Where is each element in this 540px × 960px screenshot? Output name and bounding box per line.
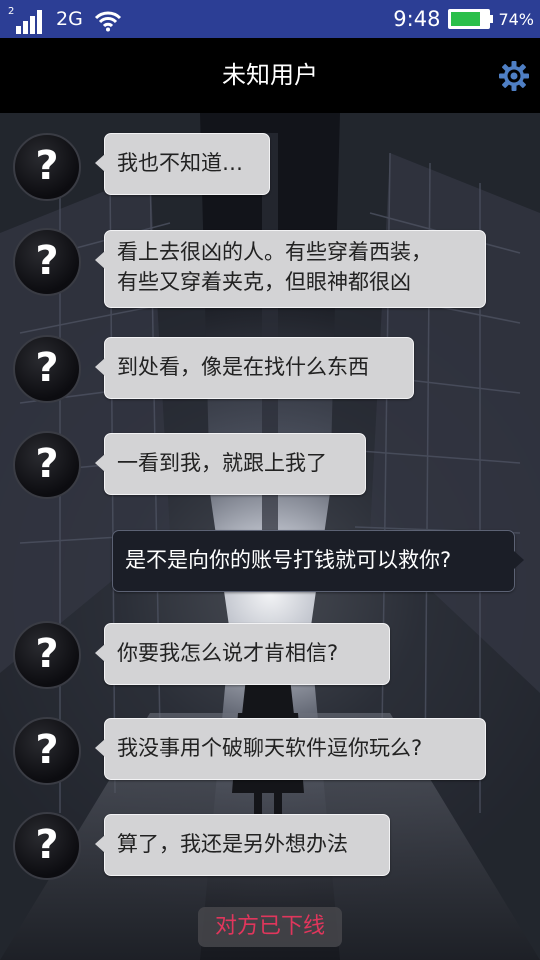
network-type: 2G bbox=[56, 8, 83, 30]
message-bubble-incoming[interactable]: 算了，我还是另外想办法 bbox=[95, 814, 390, 876]
message-bubble-incoming[interactable]: 我没事用个破聊天软件逗你玩么? bbox=[95, 718, 486, 780]
message-line: 有些又穿着夹克，但眼神都很凶 bbox=[117, 270, 411, 294]
sim-slot-label: 2 bbox=[8, 6, 15, 17]
avatar[interactable]: ? bbox=[13, 621, 81, 689]
message-bubble-incoming[interactable]: 你要我怎么说才肯相信? bbox=[95, 623, 390, 685]
message-bubble-incoming[interactable]: 看上去很凶的人。有些穿着西装， 有些又穿着夹克，但眼神都很凶 bbox=[95, 230, 486, 308]
page-title: 未知用户 bbox=[222, 61, 318, 89]
status-bar: 2 2G 9:48 74% bbox=[0, 0, 540, 38]
question-mark-icon: ? bbox=[35, 441, 59, 487]
gear-icon[interactable] bbox=[498, 60, 530, 92]
avatar[interactable]: ? bbox=[13, 133, 81, 201]
message-bubble-incoming[interactable]: 到处看，像是在找什么东西 bbox=[95, 337, 414, 399]
offline-notice: 对方已下线 bbox=[198, 907, 342, 947]
message-bubble-outgoing[interactable]: 是不是向你的账号打钱就可以救你? bbox=[112, 530, 524, 592]
question-mark-icon: ? bbox=[35, 143, 59, 189]
avatar[interactable]: ? bbox=[13, 812, 81, 880]
message-line: 看上去很凶的人。有些穿着西装， bbox=[117, 240, 432, 264]
battery-percent: 74% bbox=[498, 9, 534, 29]
avatar[interactable]: ? bbox=[13, 431, 81, 499]
avatar[interactable]: ? bbox=[13, 717, 81, 785]
question-mark-icon: ? bbox=[35, 345, 59, 391]
app-header: 未知用户 bbox=[0, 38, 540, 113]
avatar[interactable]: ? bbox=[13, 335, 81, 403]
message-bubble-incoming[interactable]: 一看到我，就跟上我了 bbox=[95, 433, 366, 495]
clock: 9:48 bbox=[393, 7, 441, 31]
question-mark-icon: ? bbox=[35, 238, 59, 284]
avatar[interactable]: ? bbox=[13, 228, 81, 296]
battery-icon bbox=[448, 9, 494, 29]
message-bubble-incoming[interactable]: 我也不知道… bbox=[95, 133, 270, 195]
wifi-icon bbox=[94, 11, 122, 32]
question-mark-icon: ? bbox=[35, 727, 59, 773]
signal-strength-icon bbox=[16, 10, 46, 34]
question-mark-icon: ? bbox=[35, 631, 59, 677]
question-mark-icon: ? bbox=[35, 822, 59, 868]
chat-area[interactable]: ? 我也不知道… ? 看上去很凶的人。有些穿着西装， 有些又穿着夹克，但眼神都很… bbox=[0, 113, 540, 960]
